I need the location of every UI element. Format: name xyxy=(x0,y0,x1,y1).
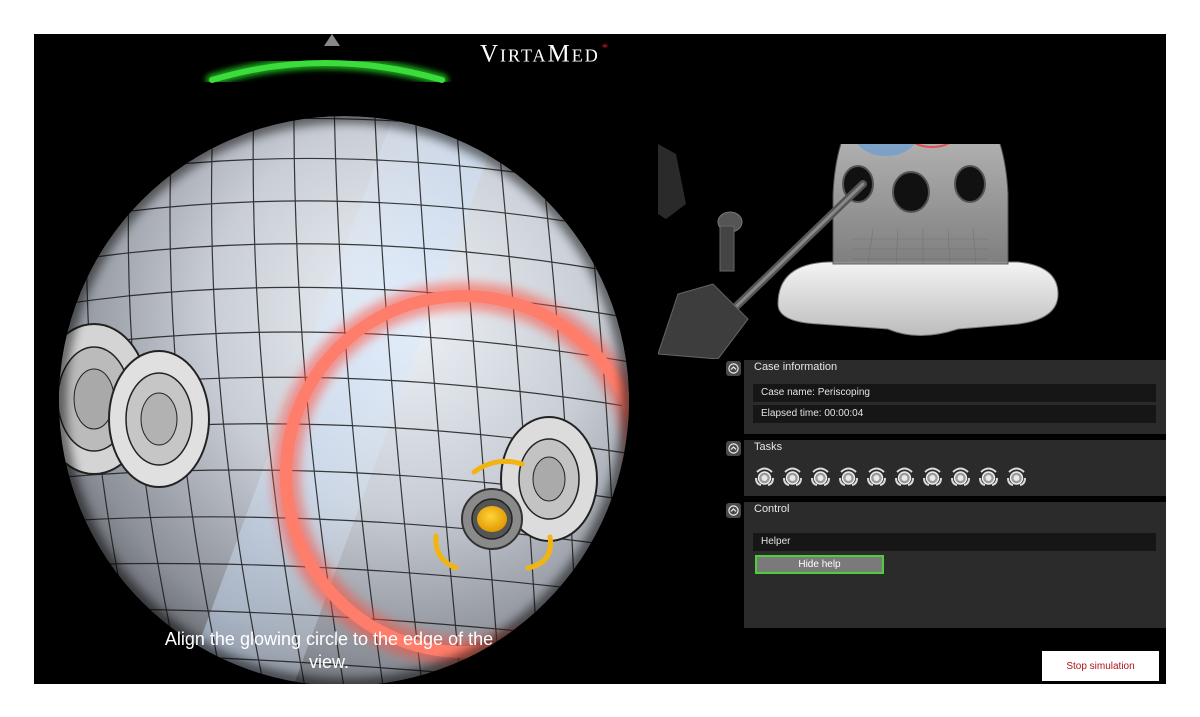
task-list xyxy=(753,464,1028,487)
endoscope-scene xyxy=(52,34,636,684)
case-name-field: Case name: Periscoping xyxy=(753,384,1156,402)
simulator-window: Align the glowing circle to the edge of … xyxy=(34,34,1166,684)
control-title: Control xyxy=(754,503,790,515)
task-target-icon xyxy=(923,467,942,486)
chevron-up-icon xyxy=(728,363,739,374)
virtamed-logo: VirtaMed * xyxy=(480,40,610,68)
task-target-icon xyxy=(895,467,914,486)
case-information-title: Case information xyxy=(754,361,838,373)
elapsed-time-field: Elapsed time: 00:00:04 xyxy=(753,405,1156,423)
port-left-inner xyxy=(108,350,210,488)
task-target-icon xyxy=(755,467,774,486)
control-panel: Control Helper Hide help xyxy=(726,502,1166,628)
tasks-header[interactable]: Tasks xyxy=(726,440,1166,456)
task-target-icon xyxy=(979,467,998,486)
brand-star-icon: * xyxy=(601,40,611,55)
collapse-case-information-button[interactable] xyxy=(726,361,741,376)
tasks-panel: Tasks xyxy=(726,440,1166,496)
endoscope-view: Align the glowing circle to the edge of … xyxy=(34,34,654,684)
camera-handle xyxy=(658,283,749,359)
task-target-icon xyxy=(783,467,802,486)
collapse-control-button[interactable] xyxy=(726,503,741,518)
task-target-icon xyxy=(867,467,886,486)
overview-view xyxy=(658,144,1166,359)
tasks-title: Tasks xyxy=(754,441,783,453)
chevron-up-icon xyxy=(728,443,739,454)
task-target-icon xyxy=(1007,467,1026,486)
collapse-tasks-button[interactable] xyxy=(726,441,741,456)
helper-field: Helper xyxy=(753,533,1156,551)
trainer-base xyxy=(777,261,1059,336)
stop-simulation-button[interactable]: Stop simulation xyxy=(1042,651,1159,681)
brand-name: VirtaMed xyxy=(480,40,600,68)
hide-help-button[interactable]: Hide help xyxy=(755,555,884,574)
task-target-icon xyxy=(951,467,970,486)
task-target-icon xyxy=(811,467,830,486)
case-information-header[interactable]: Case information xyxy=(726,360,1166,376)
control-header[interactable]: Control xyxy=(726,502,1166,518)
overview-scene xyxy=(658,144,1059,359)
instruction-text: Align the glowing circle to the edge of … xyxy=(164,629,494,672)
case-information-panel: Case information Case name: Periscoping … xyxy=(726,360,1166,434)
task-target-icon xyxy=(839,467,858,486)
chevron-up-icon xyxy=(728,505,739,516)
